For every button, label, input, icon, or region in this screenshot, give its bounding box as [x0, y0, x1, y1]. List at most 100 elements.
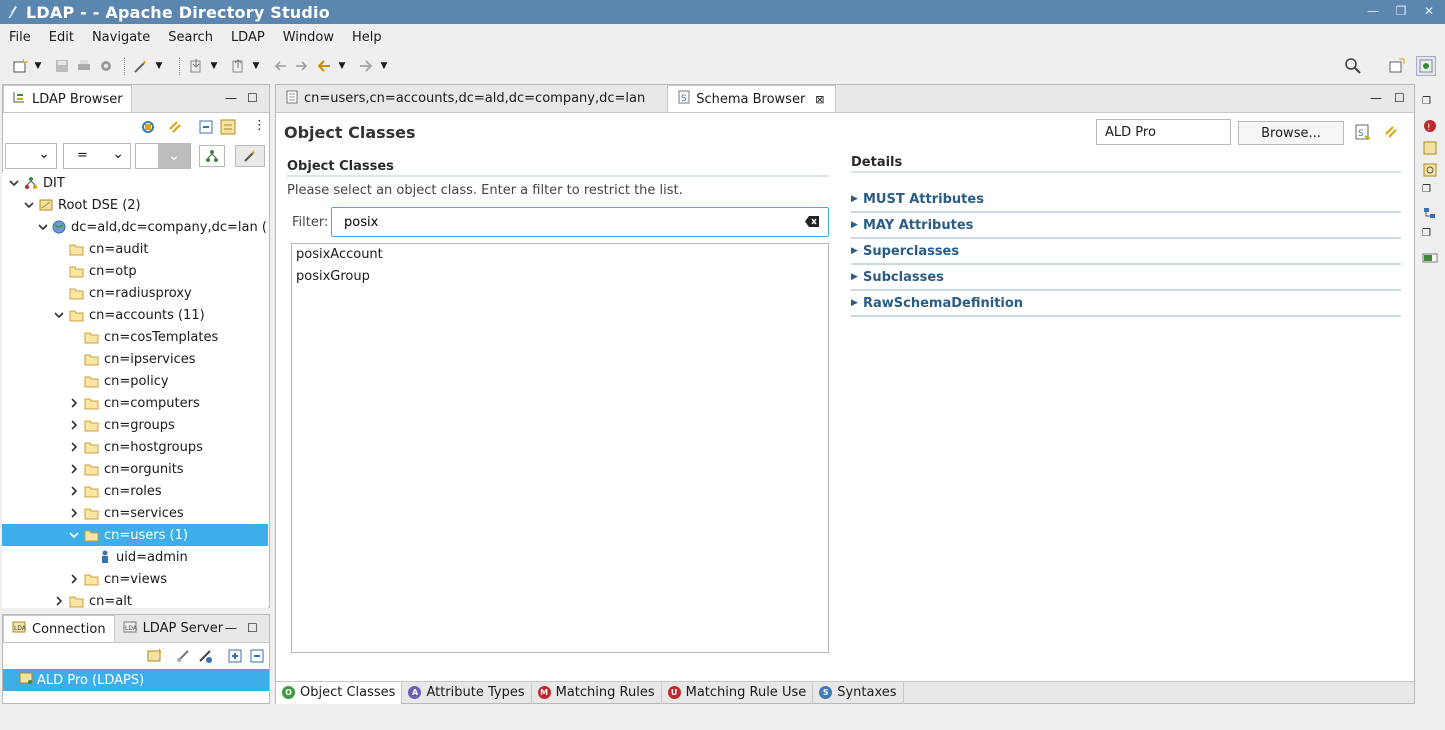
attribute-select[interactable]: ⌄	[5, 143, 57, 169]
minimize-icon[interactable]: —	[225, 91, 237, 105]
schema-tab-object-classes[interactable]: O Object Classes	[276, 681, 403, 704]
schema-connection-icon[interactable]: S	[1355, 124, 1371, 144]
chevron-right-icon[interactable]	[52, 594, 66, 608]
value-combo[interactable]: ⌄	[135, 143, 191, 169]
menu-file[interactable]: File	[0, 30, 40, 45]
open-connection-icon[interactable]	[175, 648, 191, 668]
tree-node[interactable]: cn=radiusproxy	[2, 282, 268, 304]
modification-log-icon[interactable]	[1422, 140, 1438, 156]
error-log-icon[interactable]: !	[1422, 118, 1438, 134]
connection-field[interactable]	[1096, 119, 1231, 145]
tree-node[interactable]: Root DSE (2)	[2, 194, 268, 216]
chevron-right-icon[interactable]	[67, 440, 81, 454]
tab-ldap-browser[interactable]: LDAP Browser	[3, 85, 132, 112]
schema-tab-attribute-types[interactable]: A Attribute Types	[402, 681, 532, 704]
chevron-down-icon[interactable]	[52, 308, 66, 322]
forward-arrow-icon[interactable]	[356, 56, 376, 76]
tree-node[interactable]: cn=hostgroups	[2, 436, 268, 458]
tree-node[interactable]: cn=alt	[2, 590, 268, 608]
print-icon[interactable]	[74, 56, 94, 76]
chevron-down-icon[interactable]	[22, 198, 36, 212]
value-combo-button[interactable]: ⌄	[158, 144, 190, 168]
restore-window-icon[interactable]: ❐	[1393, 3, 1409, 19]
filter-input[interactable]	[344, 213, 784, 231]
export-dropdown-chevron-icon[interactable]: ▼	[250, 56, 262, 76]
schema-tab-matching-rule-use[interactable]: U Matching Rule Use	[662, 681, 814, 704]
link-with-editor-icon[interactable]	[167, 119, 183, 139]
chevron-right-icon[interactable]	[67, 506, 81, 520]
tree-node[interactable]: uid=admin	[2, 546, 268, 568]
refresh-connection-icon[interactable]	[140, 119, 156, 139]
quick-search-wand-icon[interactable]	[235, 145, 265, 167]
tab-entry-editor[interactable]: cn=users,cn=accounts,dc=ald,dc=company,d…	[276, 85, 655, 112]
minimize-window-icon[interactable]: —	[1365, 3, 1381, 19]
operator-select[interactable]: = ⌄	[63, 143, 131, 169]
menu-window[interactable]: Window	[274, 30, 343, 45]
chevron-right-icon[interactable]	[67, 396, 81, 410]
restore-icon[interactable]: ❐	[1422, 96, 1438, 112]
connect-wand-icon[interactable]	[131, 56, 151, 76]
close-connection-icon[interactable]	[197, 648, 213, 668]
tab-schema-browser[interactable]: S Schema Browser ⊠	[667, 85, 836, 112]
search-icon[interactable]	[1343, 56, 1363, 76]
maximize-icon[interactable]: ☐	[247, 91, 258, 105]
search-log-icon[interactable]	[1422, 162, 1438, 178]
maximize-icon[interactable]: ☐	[247, 621, 258, 635]
menu-navigate[interactable]: Navigate	[83, 30, 159, 45]
view-menu-icon[interactable]: ⋮	[253, 118, 266, 133]
link-with-editor-icon[interactable]	[1383, 124, 1399, 144]
new-icon[interactable]	[10, 56, 30, 76]
back-arrow-icon[interactable]	[314, 56, 334, 76]
close-tab-icon[interactable]: ⊠	[815, 93, 824, 106]
tree-node[interactable]: dc=ald,dc=company,dc=lan (22)	[2, 216, 268, 238]
chevron-right-icon[interactable]	[67, 462, 81, 476]
open-perspective-icon[interactable]	[1387, 56, 1407, 76]
tree-node[interactable]: DIT	[2, 172, 268, 194]
browse-button[interactable]: Browse...	[1238, 121, 1344, 145]
raw-schema-definition-toggle[interactable]: ▶ RawSchemaDefinition	[851, 291, 1401, 317]
expand-all-icon[interactable]	[227, 648, 243, 668]
maximize-icon[interactable]: ☐	[1394, 91, 1405, 105]
schema-tab-syntaxes[interactable]: S Syntaxes	[813, 681, 904, 704]
chevron-down-icon[interactable]	[37, 220, 49, 234]
chevron-down-icon[interactable]	[7, 176, 21, 190]
chevron-right-icon[interactable]	[67, 572, 81, 586]
schema-tab-matching-rules[interactable]: M Matching Rules	[532, 681, 662, 704]
tree-node[interactable]: cn=policy	[2, 370, 268, 392]
list-item[interactable]: posixGroup	[292, 266, 828, 288]
tree-node[interactable]: cn=computers	[2, 392, 268, 414]
tree-node[interactable]: cn=orgunits	[2, 458, 268, 480]
connect-dropdown-chevron-icon[interactable]: ▼	[153, 56, 165, 76]
tree-node[interactable]: cn=services	[2, 502, 268, 524]
new-connection-icon[interactable]	[147, 648, 163, 668]
connection-item[interactable]: ALD Pro (LDAPS)	[3, 669, 269, 691]
progress-icon[interactable]	[1422, 250, 1438, 266]
tree-node[interactable]: cn=cosTemplates	[2, 326, 268, 348]
menu-search[interactable]: Search	[159, 30, 222, 45]
tree-node[interactable]: cn=groups	[2, 414, 268, 436]
superclasses-toggle[interactable]: ▶ Superclasses	[851, 239, 1401, 265]
import-icon[interactable]	[186, 56, 206, 76]
tab-connection[interactable]: LDAP Connection	[3, 615, 115, 642]
must-attributes-toggle[interactable]: ▶ MUST Attributes	[851, 187, 1401, 213]
subclasses-toggle[interactable]: ▶ Subclasses	[851, 265, 1401, 291]
sync-icon[interactable]	[220, 119, 236, 139]
search-scope-tree-icon[interactable]	[199, 145, 225, 167]
tree-node[interactable]: cn=ipservices	[2, 348, 268, 370]
forward-dropdown-chevron-icon[interactable]: ▼	[378, 56, 390, 76]
tree-node[interactable]: cn=otp	[2, 260, 268, 282]
collapse-all-icon[interactable]	[198, 119, 214, 139]
tree-node[interactable]: cn=views	[2, 568, 268, 590]
minimize-icon[interactable]: —	[225, 621, 237, 635]
minimize-icon[interactable]: —	[1370, 91, 1382, 105]
may-attributes-toggle[interactable]: ▶ MAY Attributes	[851, 213, 1401, 239]
tree-node[interactable]: cn=users (1)	[2, 524, 268, 546]
preferences-gear-icon[interactable]	[96, 56, 116, 76]
forward-history-icon[interactable]	[292, 56, 312, 76]
chevron-right-icon[interactable]	[67, 418, 81, 432]
menu-edit[interactable]: Edit	[40, 30, 83, 45]
clear-filter-icon[interactable]	[804, 215, 820, 232]
tree-node[interactable]: cn=audit	[2, 238, 268, 260]
back-dropdown-chevron-icon[interactable]: ▼	[336, 56, 348, 76]
menu-help[interactable]: Help	[343, 30, 391, 45]
